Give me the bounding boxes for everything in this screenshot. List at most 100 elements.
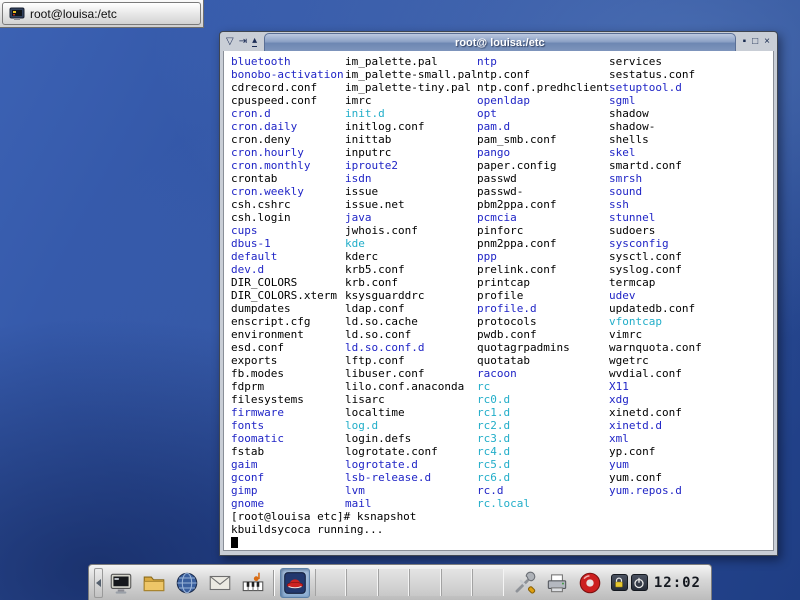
- directory-entry: logrotate.d: [345, 458, 477, 471]
- file-entry: ld.so.conf: [345, 328, 477, 341]
- file-entry: pnm2ppa.conf: [477, 237, 609, 250]
- top-taskbar: root@louisa:/etc: [0, 0, 204, 28]
- file-entry: shells: [609, 133, 702, 146]
- directory-entry: default: [231, 250, 344, 263]
- directory-entry: cron.daily: [231, 120, 344, 133]
- file-entry: inputrc: [345, 146, 477, 159]
- directory-entry: dbus-1: [231, 237, 344, 250]
- directory-entry: xml: [609, 432, 702, 445]
- directory-entry: java: [345, 211, 477, 224]
- file-entry: termcap: [609, 276, 702, 289]
- printer-launcher-button[interactable]: [542, 568, 572, 598]
- file-entry: pwdb.conf: [477, 328, 609, 341]
- file-entry: warnquota.conf: [609, 341, 702, 354]
- symlink-entry: rc.local: [477, 497, 609, 510]
- directory-entry: sound: [609, 185, 702, 198]
- taskbar-empty-slots: [315, 569, 504, 596]
- titlebar[interactable]: ▽ ⇥ ▴ root@ louisa:/etc ▪ □ ×: [223, 32, 774, 51]
- directory-entry: stunnel: [609, 211, 702, 224]
- directory-entry: ld.so.conf.d: [345, 341, 477, 354]
- kicker-panel: 12:02: [88, 564, 712, 600]
- system-buttons: [611, 574, 648, 591]
- file-entry: yum.conf: [609, 471, 702, 484]
- clock[interactable]: 12:02: [654, 575, 701, 591]
- titlebar-caption[interactable]: root@ louisa:/etc: [264, 33, 735, 51]
- maximize-button[interactable]: □: [752, 37, 758, 47]
- window-menu-icon[interactable]: ▽: [226, 37, 234, 47]
- web-browser-launcher-button[interactable]: [172, 568, 202, 598]
- fedora-menu-button[interactable]: [280, 568, 310, 598]
- file-entry: fb.modes: [231, 367, 344, 380]
- file-entry: lftp.conf: [345, 354, 477, 367]
- file-entry: smartd.conf: [609, 159, 702, 172]
- taskbar-task-label: root@louisa:/etc: [30, 7, 117, 21]
- media-launcher-button[interactable]: [238, 568, 268, 598]
- directory-entry: xinetd.d: [609, 419, 702, 432]
- symlink-entry: rc0.d: [477, 393, 609, 406]
- file-entry: cdrecord.conf: [231, 81, 344, 94]
- file-entry: shadow: [609, 107, 702, 120]
- file-entry: xinetd.conf: [609, 406, 702, 419]
- home-folder-launcher-button[interactable]: [139, 568, 169, 598]
- symlink-entry: vfontcap: [609, 315, 702, 328]
- directory-entry: racoon: [477, 367, 609, 380]
- directory-entry: bluetooth: [231, 55, 344, 68]
- directory-entry: cron.hourly: [231, 146, 344, 159]
- file-list-column: im_palette.palim_palette-small.palim_pal…: [345, 55, 477, 510]
- file-entry: im_palette.pal: [345, 55, 477, 68]
- shade-icon[interactable]: ▴: [252, 36, 257, 47]
- directory-entry: cups: [231, 224, 344, 237]
- red-hat-icon: [282, 570, 308, 596]
- directory-entry: gconf: [231, 471, 344, 484]
- file-entry: yp.conf: [609, 445, 702, 458]
- empty-taskbar-slot: [346, 569, 377, 596]
- directory-entry: yum: [609, 458, 702, 471]
- directory-entry: lsb-release.d: [345, 471, 477, 484]
- lock-icon: [613, 577, 625, 589]
- directory-entry: ppp: [477, 250, 609, 263]
- file-entry: im_palette-tiny.pal: [345, 81, 477, 94]
- file-list-column: ntpntp.confntp.conf.predhclientopenldapo…: [477, 55, 609, 510]
- file-entry: dumpdates: [231, 302, 344, 315]
- directory-entry: skel: [609, 146, 702, 159]
- utilities-launcher-button[interactable]: [509, 568, 539, 598]
- file-entry: fstab: [231, 445, 344, 458]
- close-button[interactable]: ×: [764, 37, 770, 47]
- update-notifier-button[interactable]: [575, 568, 605, 598]
- file-entry: DIR_COLORS: [231, 276, 344, 289]
- directory-entry: cron.d: [231, 107, 344, 120]
- terminal-launcher-button[interactable]: [106, 568, 136, 598]
- file-entry: inittab: [345, 133, 477, 146]
- file-entry: passwd-: [477, 185, 609, 198]
- empty-taskbar-slot: [441, 569, 472, 596]
- sticky-icon[interactable]: ⇥: [239, 37, 247, 47]
- directory-entry: pango: [477, 146, 609, 159]
- panel-separator: [273, 570, 275, 596]
- file-entry: csh.cshrc: [231, 198, 344, 211]
- file-entry: esd.conf: [231, 341, 344, 354]
- file-entry: pam_smb.conf: [477, 133, 609, 146]
- file-entry: logrotate.conf: [345, 445, 477, 458]
- symlink-entry: rc2.d: [477, 419, 609, 432]
- directory-entry: rc.d: [477, 484, 609, 497]
- directory-entry: isdn: [345, 172, 477, 185]
- directory-entry: foomatic: [231, 432, 344, 445]
- terminal-content[interactable]: bluetoothbonobo-activationcdrecord.confc…: [223, 51, 774, 551]
- file-entry: sysctl.conf: [609, 250, 702, 263]
- empty-taskbar-slot: [378, 569, 409, 596]
- file-entry: issue: [345, 185, 477, 198]
- file-entry: quotagrpadmins: [477, 341, 609, 354]
- panel-hide-handle[interactable]: [94, 568, 103, 598]
- taskbar-task-button[interactable]: root@louisa:/etc: [2, 2, 201, 25]
- directory-entry: cron.monthly: [231, 159, 344, 172]
- file-list-column: servicessestatus.confsetuptool.dsgmlshad…: [609, 55, 702, 497]
- power-icon: [633, 577, 645, 589]
- file-entry: enscript.cfg: [231, 315, 344, 328]
- mail-launcher-button[interactable]: [205, 568, 235, 598]
- desktop-background: root@louisa:/etc ▽ ⇥ ▴ root@ louisa:/etc…: [0, 0, 800, 600]
- file-entry: krb.conf: [345, 276, 477, 289]
- lock-screen-button[interactable]: [611, 574, 628, 591]
- logout-button[interactable]: [631, 574, 648, 591]
- file-entry: ntp.conf: [477, 68, 609, 81]
- minimize-button[interactable]: ▪: [743, 37, 747, 47]
